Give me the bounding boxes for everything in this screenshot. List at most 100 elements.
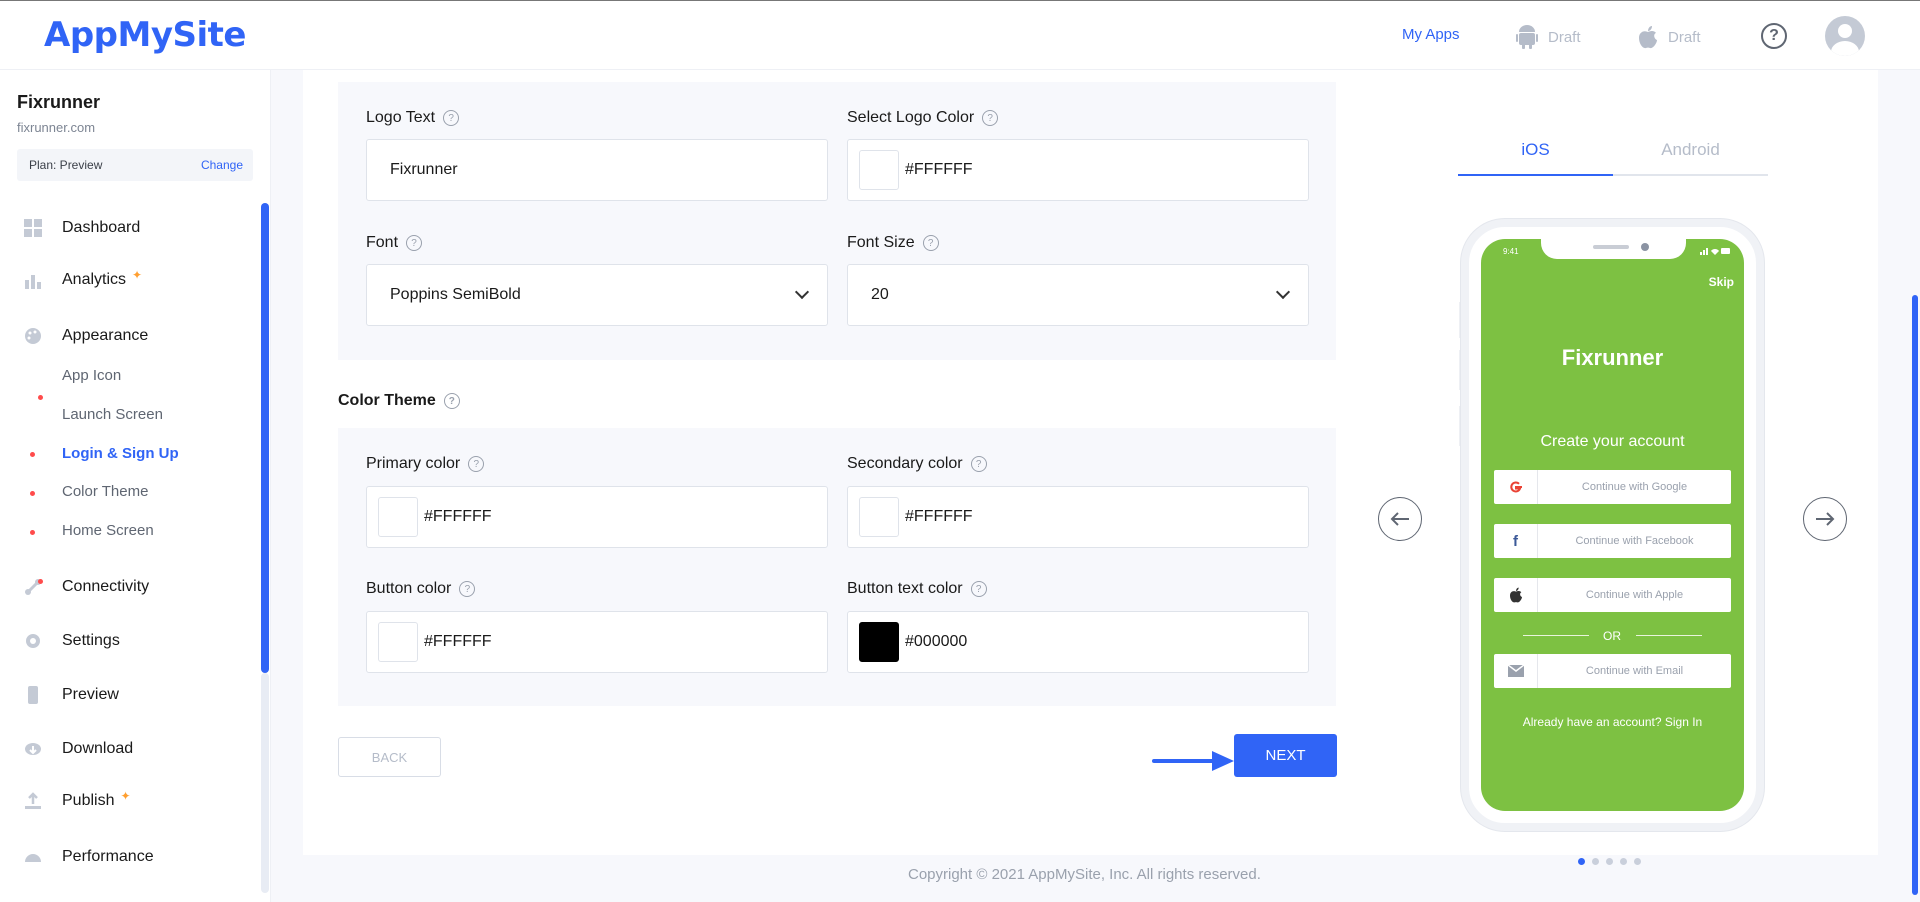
apple-icon <box>1494 578 1538 612</box>
sidebar-item-dashboard[interactable]: Dashboard <box>24 219 140 237</box>
button-text-color-input[interactable]: #000000 <box>847 611 1309 673</box>
help-icon[interactable]: ? <box>406 235 423 251</box>
help-icon[interactable]: ? <box>982 110 999 126</box>
primary-color-input[interactable]: #FFFFFF <box>366 486 828 548</box>
button-text-color-swatch[interactable] <box>859 622 899 662</box>
logo-color-swatch[interactable] <box>859 150 899 190</box>
button-color-swatch[interactable] <box>378 622 418 662</box>
font-label: Font? <box>366 234 423 252</box>
pagination-dot[interactable] <box>1606 858 1613 865</box>
sidebar-item-label: Connectivity <box>62 578 150 595</box>
already-have-account-text: Already have an account? Sign In <box>1522 715 1703 729</box>
apple-login-button: Continue with Apple <box>1494 578 1731 612</box>
pagination-dot[interactable] <box>1578 858 1585 865</box>
next-screen-button[interactable] <box>1803 497 1847 541</box>
back-button[interactable]: BACK <box>338 737 441 777</box>
help-icon[interactable]: ? <box>443 110 460 126</box>
phone-preview: 9:41 Skip Fixrunner Create your account … <box>1461 219 1764 831</box>
sidebar-item-appearance[interactable]: Appearance <box>24 327 148 345</box>
secondary-color-swatch[interactable] <box>859 497 899 537</box>
sidebar-item-performance[interactable]: Performance <box>24 848 154 866</box>
sidebar-item-preview[interactable]: Preview <box>24 686 119 704</box>
preview-app-name: Fixrunner <box>1561 345 1664 370</box>
user-avatar[interactable] <box>1825 16 1865 56</box>
font-size-value: 20 <box>871 286 889 303</box>
tab-ios[interactable]: iOS <box>1458 140 1613 160</box>
sidebar-scroll-track[interactable] <box>261 673 269 893</box>
android-draft-status[interactable]: Draft <box>1516 25 1581 49</box>
change-plan-link[interactable]: Change <box>201 158 243 172</box>
sidebar-item-label: Preview <box>62 686 119 703</box>
help-icon[interactable]: ? <box>1761 23 1787 49</box>
help-icon[interactable]: ? <box>970 456 987 472</box>
notification-dot <box>38 395 43 400</box>
sidebar-subitem-color-theme[interactable]: Color Theme <box>62 483 148 500</box>
tab-android[interactable]: Android <box>1613 140 1768 160</box>
sidebar-item-download[interactable]: Download <box>24 740 133 758</box>
login-screen-preview: 9:41 Skip Fixrunner Create your account … <box>1481 239 1744 811</box>
sidebar-subitem-login-signup[interactable]: Login & Sign Up <box>62 445 179 462</box>
sidebar-item-analytics[interactable]: Analytics ✦ <box>24 268 142 289</box>
font-value: Poppins SemiBold <box>390 286 521 303</box>
help-icon[interactable]: ? <box>468 456 485 472</box>
ios-status-label: Draft <box>1668 28 1701 46</box>
logo-text-label: Logo Text? <box>366 109 460 127</box>
secondary-color-label: Secondary color? <box>847 455 987 473</box>
pagination-dot[interactable] <box>1620 858 1627 865</box>
help-icon[interactable]: ? <box>459 581 476 597</box>
sidebar-item-publish[interactable]: Publish ✦ <box>24 789 131 810</box>
notification-dot <box>30 452 35 457</box>
screen-pagination <box>1578 858 1641 865</box>
email-login-label: Continue with Email <box>1585 665 1684 677</box>
speedometer-icon <box>25 854 41 862</box>
email-login-button: Continue with Email <box>1494 654 1731 688</box>
sidebar-item-label: Publish <box>62 792 115 809</box>
secondary-color-label-text: Secondary color <box>847 455 963 472</box>
secondary-color-input[interactable]: #FFFFFF <box>847 486 1309 548</box>
chevron-down-icon <box>794 284 810 300</box>
font-select[interactable]: Poppins SemiBold <box>366 264 828 326</box>
font-size-label: Font Size? <box>847 234 939 252</box>
ios-draft-status[interactable]: Draft <box>1638 25 1701 49</box>
top-header: AppMySite My Apps Draft Draft ? <box>0 0 1920 70</box>
button-color-input[interactable]: #FFFFFF <box>366 611 828 673</box>
button-text-color-value: #000000 <box>905 633 968 650</box>
pagination-dot[interactable] <box>1592 858 1599 865</box>
phone-icon <box>28 686 38 704</box>
sparkle-icon: ✦ <box>120 789 131 803</box>
palette-icon <box>25 328 41 344</box>
logo-color-label-text: Select Logo Color <box>847 109 975 126</box>
primary-color-label: Primary color? <box>366 455 485 473</box>
page-scrollbar[interactable] <box>1912 295 1918 895</box>
skip-link: Skip <box>1708 275 1734 289</box>
pagination-dot[interactable] <box>1634 858 1641 865</box>
help-icon[interactable]: ? <box>443 393 460 409</box>
secondary-color-value: #FFFFFF <box>905 508 973 525</box>
or-divider: OR <box>1523 629 1702 643</box>
sidebar-subitem-app-icon[interactable]: App Icon <box>62 367 121 384</box>
previous-screen-button[interactable] <box>1378 497 1422 541</box>
status-time: 9:41 <box>1503 247 1519 256</box>
sidebar-scrollbar[interactable] <box>261 203 269 673</box>
color-theme-title: Color Theme? <box>338 392 460 410</box>
sidebar-item-label: Performance <box>62 848 154 865</box>
font-size-select[interactable]: 20 <box>847 264 1309 326</box>
my-apps-link[interactable]: My Apps <box>1402 26 1460 43</box>
email-icon <box>1494 654 1538 688</box>
sidebar-subitem-launch-screen[interactable]: Launch Screen <box>62 406 163 423</box>
apple-icon <box>1639 26 1657 49</box>
sidebar-subitem-home-screen[interactable]: Home Screen <box>62 522 154 539</box>
help-icon[interactable]: ? <box>922 235 939 251</box>
help-icon[interactable]: ? <box>970 581 987 597</box>
plan-label: Plan: Preview <box>29 158 103 172</box>
appmysite-logo[interactable]: AppMySite <box>44 15 246 55</box>
logo-color-input[interactable]: #FFFFFF <box>847 139 1309 201</box>
sidebar-item-settings[interactable]: Settings <box>24 632 120 650</box>
active-tab-indicator <box>1458 174 1613 176</box>
logo-text-input[interactable]: Fixrunner <box>366 139 828 201</box>
primary-color-swatch[interactable] <box>378 497 418 537</box>
next-button[interactable]: NEXT <box>1234 734 1337 777</box>
notification-dot <box>38 579 43 584</box>
dashboard-icon <box>24 219 42 237</box>
button-text-color-label-text: Button text color <box>847 580 963 597</box>
